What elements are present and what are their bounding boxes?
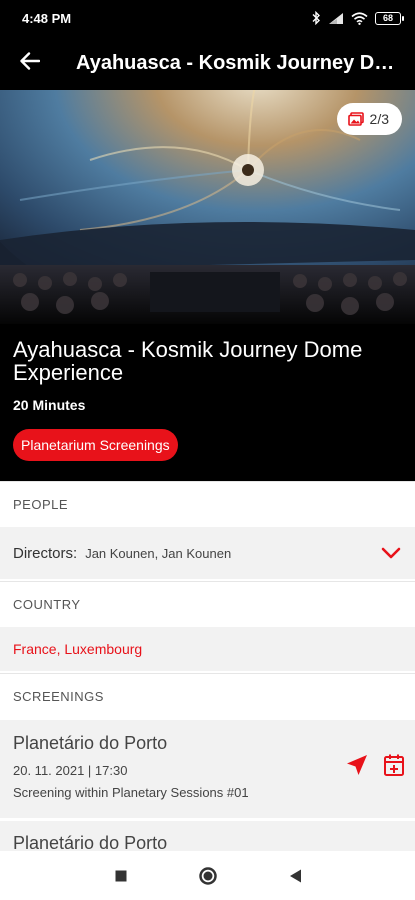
screening-item[interactable]: Planetário do Porto 20. 11. 2021 | 17:30…: [0, 720, 415, 818]
people-directors-row[interactable]: Directors: Jan Kounen, Jan Kounen: [0, 527, 415, 579]
app-bar: Ayahuasca - Kosmik Journey Dome Experien…: [0, 36, 415, 90]
section-header-screenings: SCREENINGS: [0, 673, 415, 719]
section-header-country: COUNTRY: [0, 581, 415, 627]
back-triangle-icon[interactable]: [288, 868, 302, 884]
chevron-down-icon[interactable]: [367, 547, 415, 559]
status-icons: 68: [311, 11, 404, 25]
add-to-calendar-icon[interactable]: [383, 753, 405, 782]
home-circle-icon[interactable]: [198, 866, 218, 886]
back-button[interactable]: [0, 36, 60, 90]
event-info: Ayahuasca - Kosmik Journey Dome Experien…: [0, 324, 415, 481]
gallery-counter-button[interactable]: 2/3: [336, 103, 402, 135]
recents-square-icon[interactable]: [114, 869, 128, 883]
status-bar: 4:48 PM 68: [0, 0, 415, 36]
battery-icon: 68: [375, 11, 404, 25]
screening-session: Screening within Planetary Sessions #01: [13, 785, 249, 800]
screening-venue: Planetário do Porto: [13, 833, 168, 851]
hero-image[interactable]: 2/3: [0, 90, 415, 324]
event-duration: 20 Minutes: [13, 397, 86, 413]
people-names: Jan Kounen, Jan Kounen: [85, 545, 232, 561]
people-role-label: Directors:: [13, 544, 78, 562]
wifi-icon: [351, 11, 368, 25]
country-value: France, Luxembourg: [0, 627, 415, 671]
signal-icon: [328, 12, 344, 25]
navigation-arrow-icon[interactable]: [345, 753, 369, 782]
section-header-people: PEOPLE: [0, 481, 415, 527]
system-nav-bar: [0, 851, 415, 900]
screening-item[interactable]: Planetário do Porto: [0, 821, 415, 851]
screening-actions: [345, 753, 405, 782]
bluetooth-icon: [311, 11, 321, 25]
arrow-left-icon: [20, 51, 41, 75]
event-title: Ayahuasca - Kosmik Journey Dome Experien…: [13, 337, 363, 385]
status-time: 4:48 PM: [22, 10, 72, 26]
image-gallery-icon: [347, 112, 364, 126]
category-chip[interactable]: Planetarium Screenings: [13, 429, 178, 461]
screening-venue: Planetário do Porto: [13, 733, 168, 753]
gallery-counter-text: 2/3: [369, 111, 389, 127]
page-title: Ayahuasca - Kosmik Journey Dome Experien…: [76, 51, 415, 74]
